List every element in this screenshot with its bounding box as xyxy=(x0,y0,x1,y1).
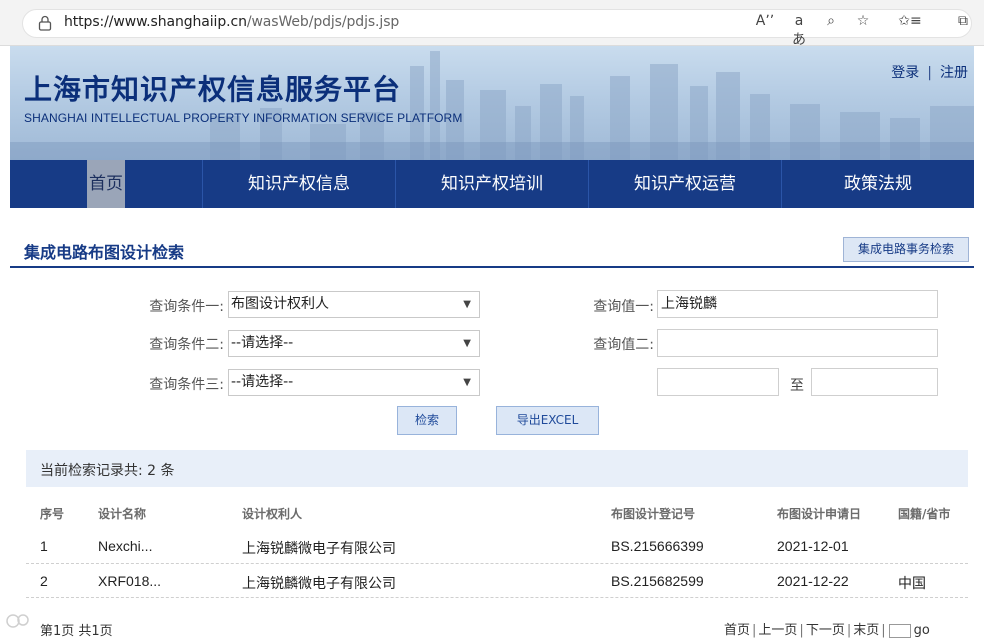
condition1-label: 查询条件一: xyxy=(149,299,224,315)
table-cell-application-date: 2021-12-22 xyxy=(777,573,849,589)
row-divider xyxy=(26,563,968,564)
search-button[interactable]: 检索 xyxy=(397,406,457,435)
url-path: /wasWeb/pdjs/pdjs.jsp xyxy=(246,14,400,30)
nav-item-home[interactable]: 首页 xyxy=(10,160,202,208)
value2-input[interactable] xyxy=(657,329,938,357)
url-host: https://www.shanghaiip.cn xyxy=(64,14,247,30)
site-title: 上海市知识产权信息服务平台 xyxy=(24,73,402,106)
column-header-registration-no: 布图设计登记号 xyxy=(611,507,696,521)
condition2-select[interactable]: --请选择-- ▼ xyxy=(228,330,480,357)
column-header-design-name: 设计名称 xyxy=(98,507,147,521)
last-page-link[interactable]: 末页 xyxy=(853,623,879,638)
auth-separator: | xyxy=(927,65,932,81)
column-header-owner: 设计权利人 xyxy=(242,507,303,521)
row-divider xyxy=(26,597,968,598)
lock-icon[interactable] xyxy=(38,15,52,31)
value1-label: 查询值一: xyxy=(593,299,654,315)
read-aloud-icon[interactable]: Aʼʼ xyxy=(754,13,776,29)
table-cell-nationality: 中国 xyxy=(898,576,926,592)
nav-item-ip-info[interactable]: 知识产权信息 xyxy=(202,160,395,208)
table-cell-index: 1 xyxy=(40,538,48,554)
nav-item-policy[interactable]: 政策法规 xyxy=(781,160,974,208)
condition3-label: 查询条件三: xyxy=(149,377,224,393)
nav-item-label: 首页 xyxy=(87,160,125,208)
condition1-value: 布图设计权利人 xyxy=(231,296,329,312)
main-nav: 首页 知识产权信息 知识产权培训 知识产权运营 政策法规 xyxy=(10,160,974,208)
condition1-select[interactable]: 布图设计权利人 ▼ xyxy=(228,291,480,318)
go-button[interactable]: go xyxy=(914,623,930,638)
translate-icon[interactable]: aあ xyxy=(788,13,810,49)
table-cell-owner: 上海锐麟微电子有限公司 xyxy=(242,576,396,592)
column-header-application-date: 布图设计申请日 xyxy=(777,507,862,521)
column-header-nationality: 国籍/省市 xyxy=(898,507,951,521)
condition3-select[interactable]: --请选择-- ▼ xyxy=(228,369,480,396)
pager-separator: | xyxy=(799,623,804,638)
browser-address-bar: https://www.shanghaiip.cn/wasWeb/pdjs/pd… xyxy=(0,0,984,49)
page-title: 集成电路布图设计检索 xyxy=(24,243,185,262)
nav-item-label: 知识产权信息 xyxy=(248,174,350,194)
table-cell-owner: 上海锐麟微电子有限公司 xyxy=(242,541,396,557)
pager-separator: | xyxy=(752,623,757,638)
site-subtitle: SHANGHAI INTELLECTUAL PROPERTY INFORMATI… xyxy=(24,111,463,125)
export-excel-button[interactable]: 导出EXCEL xyxy=(496,406,599,435)
table-cell-index: 2 xyxy=(40,573,48,589)
table-cell-registration-no: BS.215682599 xyxy=(611,573,704,589)
table-cell-application-date: 2021-12-01 xyxy=(777,538,849,554)
next-page-link[interactable]: 下一页 xyxy=(806,623,845,638)
value2-label: 查询值二: xyxy=(593,337,654,353)
collections-icon[interactable]: ⧉ xyxy=(952,13,974,29)
zoom-icon[interactable]: ⌕ xyxy=(820,13,842,29)
section-divider xyxy=(10,266,974,268)
nav-item-label: 知识产权运营 xyxy=(634,174,736,194)
favorite-add-icon[interactable]: ☆ xyxy=(852,13,874,29)
condition2-value: --请选择-- xyxy=(231,335,294,351)
ic-affairs-search-button[interactable]: 集成电路事务检索 xyxy=(843,237,969,262)
nav-item-ip-operation[interactable]: 知识产权运营 xyxy=(588,160,781,208)
value1-input[interactable]: 上海锐麟 xyxy=(657,290,938,318)
table-cell-design-name[interactable]: Nexchi... xyxy=(98,538,152,554)
table-cell-design-name[interactable]: XRF018... xyxy=(98,573,161,589)
favorites-icon[interactable]: ✩≡ xyxy=(896,13,924,29)
pager-separator: | xyxy=(846,623,852,638)
chevron-down-icon: ▼ xyxy=(463,299,471,310)
condition3-value: --请选择-- xyxy=(231,374,294,390)
url-text[interactable]: https://www.shanghaiip.cn/wasWeb/pdjs/pd… xyxy=(64,14,399,30)
pagination: 首页 | 上一页 | 下一页 | 末页 | go xyxy=(724,619,930,638)
page-info: 第1页 共1页 xyxy=(40,624,113,639)
result-count: 当前检索记录共: 2 条 xyxy=(40,463,175,479)
column-header-index: 序号 xyxy=(40,507,65,521)
range-to-input[interactable] xyxy=(811,368,938,396)
chevron-down-icon: ▼ xyxy=(463,338,471,349)
condition2-label: 查询条件二: xyxy=(149,337,224,353)
first-page-link[interactable]: 首页 xyxy=(724,623,750,638)
range-from-input[interactable] xyxy=(657,368,779,396)
prev-page-link[interactable]: 上一页 xyxy=(758,623,797,638)
nav-item-label: 知识产权培训 xyxy=(441,174,543,194)
page-number-input[interactable] xyxy=(888,623,911,638)
auth-links: 登录 | 注册 xyxy=(891,62,968,82)
pager-separator: | xyxy=(881,623,886,638)
nav-item-label: 政策法规 xyxy=(844,174,912,194)
login-link[interactable]: 登录 xyxy=(891,65,919,81)
site-banner: 上海市知识产权信息服务平台 SHANGHAI INTELLECTUAL PROP… xyxy=(10,46,974,160)
table-cell-registration-no: BS.215666399 xyxy=(611,538,704,554)
chevron-down-icon: ▼ xyxy=(463,377,471,388)
register-link[interactable]: 注册 xyxy=(940,65,968,81)
range-separator: 至 xyxy=(790,378,804,394)
watermark-logo-icon xyxy=(6,614,29,628)
nav-item-ip-training[interactable]: 知识产权培训 xyxy=(395,160,588,208)
